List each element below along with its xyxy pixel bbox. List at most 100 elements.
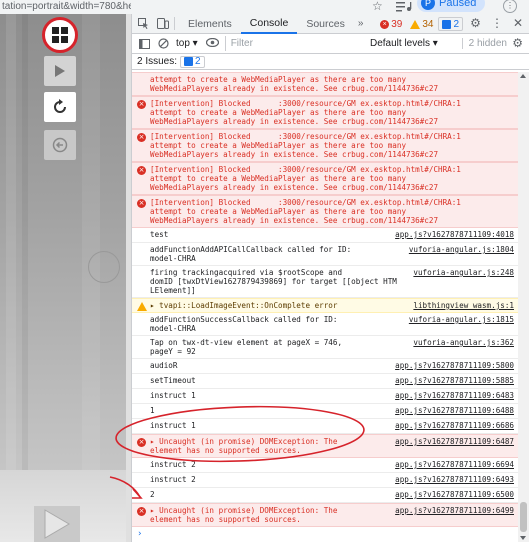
live-expression-eye-icon[interactable] — [205, 37, 219, 50]
console-warning-message: ▸ tvapi::LoadImageEvent::OnComplete erro… — [132, 298, 518, 313]
grid-menu-button[interactable] — [42, 17, 78, 53]
scroll-up-icon[interactable] — [520, 74, 526, 78]
source-link[interactable]: app.js?v1627878711109:6488 — [395, 406, 514, 415]
source-link[interactable]: app.js?v1627878711109:6500 — [395, 490, 514, 499]
sidebar-toggle-icon[interactable] — [137, 37, 151, 51]
message-text: instruct 2 — [150, 460, 196, 469]
issues-icon — [442, 19, 452, 29]
close-icon[interactable]: ✕ — [513, 16, 523, 30]
log-levels-dropdown[interactable]: Default levels ▾ — [370, 38, 438, 49]
console-error-message: × ▸ Uncaught (in promise) DOMException: T… — [132, 503, 518, 527]
error-count[interactable]: × 39 — [377, 17, 405, 31]
media-control-icon[interactable] — [396, 1, 412, 12]
issues-label: 2 Issues: — [137, 56, 178, 67]
message-text: firing trackingacquired via $rootScope a… — [150, 268, 397, 295]
tab-elements[interactable]: Elements — [179, 14, 241, 34]
message-text: audioR — [150, 361, 178, 370]
error-icon: × — [137, 166, 146, 175]
console-error-message: × [Intervention] Blocked :3000/resource/G… — [132, 195, 518, 228]
console-log-message: addFunctionAddAPICallCallback called for… — [132, 243, 518, 266]
issues-bar[interactable]: 2 Issues: 2 — [132, 54, 529, 70]
error-icon: × — [137, 438, 146, 447]
source-link[interactable]: app.js?v1627878711109:6493 — [395, 475, 514, 484]
console-log-message: firing trackingacquired via $rootScope a… — [132, 266, 518, 298]
source-link[interactable]: vuforia-angular.js:1804 — [409, 245, 514, 254]
message-text: instruct 1 — [150, 421, 196, 430]
clear-console-icon[interactable] — [156, 37, 170, 51]
message-text: 1 — [150, 406, 155, 415]
source-link[interactable]: app.js?v1627878711109:5800 — [395, 361, 514, 370]
avatar: P — [421, 0, 435, 10]
message-text: test — [150, 230, 169, 239]
warning-count[interactable]: 34 — [407, 17, 436, 31]
more-options-icon[interactable]: ⋮ — [491, 16, 503, 30]
message-text: setTimeout — [150, 376, 196, 385]
scroll-thumb[interactable] — [520, 502, 527, 532]
device-toggle-icon[interactable] — [155, 16, 170, 31]
play-button[interactable] — [44, 56, 76, 86]
console-error-message: × [Intervention] Blocked :3000/resource/G… — [132, 162, 518, 195]
console-log-message: instruct 1 app.js?v1627878711109:6483 — [132, 389, 518, 404]
context-selector[interactable]: top ▾ — [176, 38, 198, 49]
settings-gear-icon[interactable]: ⚙ — [470, 16, 481, 30]
console-toolbar: top ▾ Default levels ▾ 2 hidden ⚙ — [132, 34, 529, 54]
console-log-message: setTimeout app.js?v1627878711109:5885 — [132, 374, 518, 389]
back-button[interactable] — [44, 130, 76, 160]
3d-viewer-pane[interactable]: tation=portrait&width=780&height=1024 — [0, 0, 131, 542]
devtools-tab-bar: Elements Console Sources » × 39 34 2 ⚙ ⋮ … — [132, 14, 529, 34]
large-play-button[interactable] — [34, 506, 80, 542]
console-scrollbar[interactable] — [518, 72, 529, 542]
bookmark-star-icon[interactable]: ☆ — [372, 0, 383, 13]
menu-icon[interactable]: ⋮ — [503, 0, 517, 13]
tab-sources[interactable]: Sources — [297, 14, 354, 34]
source-link[interactable]: app.js?v1627878711109:6487 — [395, 437, 514, 446]
source-link[interactable]: app.js?v1627878711109:6483 — [395, 391, 514, 400]
divider — [174, 17, 175, 30]
tab-console[interactable]: Console — [240, 14, 298, 34]
console-error-message: attempt to create a WebMediaPlayer as th… — [132, 72, 518, 96]
message-text: addFunctionAddAPICallCallback called for… — [150, 245, 352, 263]
issues-icon — [184, 57, 194, 66]
scroll-down-icon[interactable] — [520, 536, 526, 540]
hidden-count: 2 hidden — [461, 38, 507, 49]
more-tabs-button[interactable]: » — [354, 18, 368, 29]
reset-button[interactable] — [44, 92, 76, 122]
source-link[interactable]: app.js?v1627878711109:5885 — [395, 376, 514, 385]
console-log-message: instruct 2 app.js?v1627878711109:6493 — [132, 473, 518, 488]
console-error-message: × ▸ Uncaught (in promise) DOMException: T… — [132, 434, 518, 458]
source-link[interactable]: app.js?v1627878711109:6499 — [395, 506, 514, 515]
error-icon: × — [380, 19, 390, 29]
console-log-message: addFunctionSuccessCallback called for ID… — [132, 313, 518, 336]
console-log[interactable]: attempt to create a WebMediaPlayer as th… — [132, 72, 518, 542]
source-link[interactable]: vuforia-angular.js:248 — [413, 268, 514, 277]
message-text[interactable]: ▸ Uncaught (in promise) DOMException: Th… — [150, 437, 400, 455]
source-link[interactable]: app.js?v1627878711109:6686 — [395, 421, 514, 430]
issues-badge[interactable]: 2 — [180, 55, 205, 68]
source-link[interactable]: vuforia-angular.js:1815 — [409, 315, 514, 324]
console-log-message: audioR app.js?v1627878711109:5800 — [132, 359, 518, 374]
issues-count[interactable]: 2 — [438, 17, 463, 31]
message-counts[interactable]: × 39 34 2 — [377, 17, 463, 31]
console-error-message: × [Intervention] Blocked :3000/resource/G… — [132, 129, 518, 162]
message-text[interactable]: ▸ tvapi::LoadImageEvent::OnComplete erro… — [150, 301, 400, 310]
source-link[interactable]: app.js?v1627878711109:6694 — [395, 460, 514, 469]
source-link[interactable]: app.js?v1627878711109:4018 — [395, 230, 514, 239]
devtools-panel: Elements Console Sources » × 39 34 2 ⚙ ⋮ … — [131, 14, 529, 542]
console-settings-gear-icon[interactable]: ⚙ — [512, 36, 523, 50]
paused-profile-chip[interactable]: P Paused — [417, 0, 486, 12]
message-text: 2 — [150, 490, 155, 499]
message-text: instruct 1 — [150, 391, 196, 400]
console-log-message: 1 app.js?v1627878711109:6488 — [132, 404, 518, 419]
refresh-icon — [54, 99, 66, 113]
paused-label: Paused — [439, 0, 477, 9]
inspect-element-icon[interactable] — [136, 16, 151, 31]
error-icon: × — [137, 507, 146, 516]
source-link[interactable]: vuforia-angular.js:362 — [413, 338, 514, 347]
source-link[interactable]: libthingview wasm.js:1 — [413, 301, 514, 310]
tracking-marker — [88, 251, 120, 283]
message-text[interactable]: ▸ Uncaught (in promise) DOMException: Th… — [150, 506, 400, 524]
console-prompt[interactable]: › — [132, 527, 518, 542]
filter-input[interactable] — [224, 36, 343, 51]
back-arrow-icon — [52, 137, 68, 153]
error-icon: × — [137, 133, 146, 142]
